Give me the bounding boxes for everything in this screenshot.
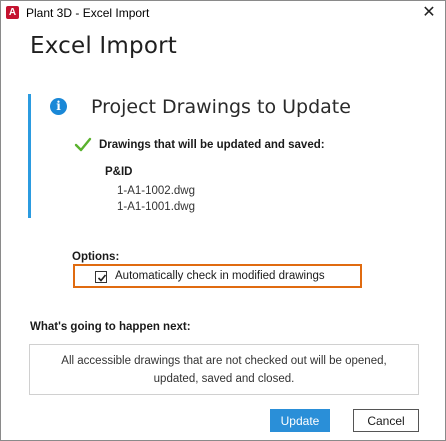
- auto-checkin-option[interactable]: Automatically check in modified drawings: [73, 264, 362, 288]
- cancel-button[interactable]: Cancel: [353, 409, 419, 432]
- options-label: Options:: [72, 251, 120, 263]
- close-icon[interactable]: ✕: [417, 3, 441, 23]
- auto-checkin-label[interactable]: Automatically check in modified drawings: [115, 270, 325, 282]
- section-title: Project Drawings to Update: [91, 96, 351, 118]
- drawing-list-item: 1-A1-1002.dwg: [117, 185, 195, 197]
- title-bar: A Plant 3D - Excel Import ✕: [1, 1, 445, 25]
- app-icon: A: [6, 6, 19, 19]
- drawing-list-item: 1-A1-1001.dwg: [117, 201, 195, 213]
- excel-import-dialog: A Plant 3D - Excel Import ✕ Excel Import…: [0, 0, 446, 441]
- page-title: Excel Import: [30, 33, 177, 59]
- next-steps-description: All accessible drawings that are not che…: [29, 344, 419, 395]
- updated-drawings-label: Drawings that will be updated and saved:: [99, 139, 325, 151]
- drawing-group-name: P&ID: [105, 166, 133, 178]
- checkbox-check-icon: [97, 274, 107, 282]
- section-accent-bar: [28, 94, 31, 218]
- next-steps-label: What's going to happen next:: [30, 321, 191, 333]
- info-icon: i: [50, 98, 67, 115]
- auto-checkin-checkbox[interactable]: [95, 271, 107, 283]
- window-title: Plant 3D - Excel Import: [26, 6, 150, 20]
- update-button[interactable]: Update: [270, 409, 330, 432]
- checkmark-icon: [74, 137, 92, 152]
